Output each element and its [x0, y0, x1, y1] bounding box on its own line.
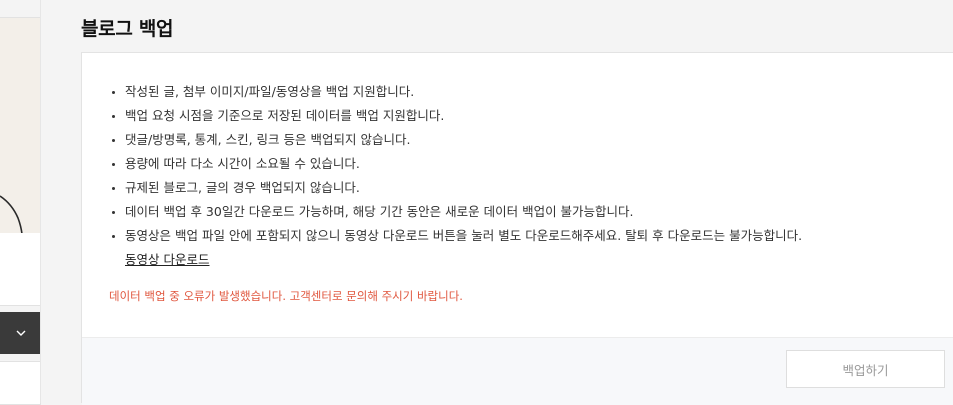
notice-list: 작성된 글, 첨부 이미지/파일/동영상을 백업 지원합니다. 백업 요청 시점…: [111, 80, 941, 272]
panel-footer: 백업하기: [82, 337, 953, 405]
column-divider: [40, 0, 41, 403]
notice-item-video: 동영상은 백업 파일 안에 포함되지 않으니 동영상 다운로드 버튼을 눌러 별…: [111, 224, 941, 272]
left-sidebar: [0, 0, 41, 405]
notice-item: 댓글/방명록, 통계, 스킨, 링크 등은 백업되지 않습니다.: [111, 128, 941, 152]
error-message: 데이터 백업 중 오류가 발생했습니다. 고객센터로 문의해 주시기 바랍니다.: [109, 289, 463, 303]
video-download-link[interactable]: 동영상 다운로드: [125, 249, 209, 271]
profile-info-card: [0, 233, 41, 306]
notice-item: 데이터 백업 후 30일간 다운로드 가능하며, 해당 기간 동안은 새로운 데…: [111, 200, 941, 224]
page-title: 블로그 백업: [81, 18, 174, 40]
sidebar-menu-card: [0, 361, 41, 405]
notice-item: 규제된 블로그, 글의 경우 백업되지 않습니다.: [111, 176, 941, 200]
backup-panel: 작성된 글, 첨부 이미지/파일/동영상을 백업 지원합니다. 백업 요청 시점…: [81, 52, 953, 405]
profile-illustration: [0, 195, 23, 234]
notice-item: 백업 요청 시점을 기준으로 저장된 데이터를 백업 지원합니다.: [111, 104, 941, 128]
backup-button[interactable]: 백업하기: [786, 350, 945, 388]
notice-item: 용량에 따라 다소 시간이 소요될 수 있습니다.: [111, 152, 941, 176]
chevron-down-icon: [16, 330, 26, 336]
notice-item: 작성된 글, 첨부 이미지/파일/동영상을 백업 지원합니다.: [111, 80, 941, 104]
profile-image-card: [0, 17, 41, 235]
blog-select-dropdown[interactable]: [0, 312, 41, 354]
notice-item-text: 동영상은 백업 파일 안에 포함되지 않으니 동영상 다운로드 버튼을 눌러 별…: [125, 228, 803, 243]
